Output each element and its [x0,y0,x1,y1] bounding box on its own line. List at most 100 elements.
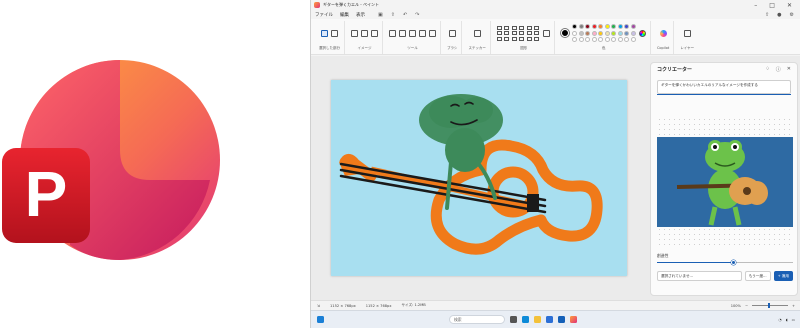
ribbon-label-shapes: 図形 [520,46,528,50]
taskbar-search[interactable]: 検索 [449,315,505,324]
magnifier-icon[interactable] [429,29,436,37]
ribbon-brush-group: ブラシ [443,21,463,54]
copilot-cocreator-panel: コクリエーター ♢ ⓘ ✕ ギターを弾くかわいいカエルのリアルなイメージを作成す… [650,62,798,296]
search-label: 検索 [454,316,462,322]
paint-window: ギターを弾くカエル - ペイント – □ ✕ ファイル 編集 表示 ▣ ⇪ ↶ … [310,0,800,328]
share-export-icon[interactable]: ⇧ [765,12,769,18]
ribbon-copilot-group: Copilot [653,21,675,54]
pencil-icon[interactable] [389,29,396,37]
creativity-slider[interactable] [657,260,793,265]
zoom-control: 100% − + [731,303,800,308]
creativity-label: 創造性 [657,253,669,258]
taskview-icon[interactable] [510,316,517,323]
panel-footer: 選択されていませ… もう一度… + 適用 [657,271,793,281]
select-mode-icon[interactable] [331,29,338,37]
ribbon-image-group: イメージ [347,21,383,54]
ribbon-label-brush: ブラシ [447,46,458,50]
paint-logo-graphic: P [2,60,220,260]
taskbar: 検索 ◔ ◖ ▭ [311,310,800,328]
ribbon-label-image: イメージ [357,46,372,50]
zoom-value[interactable]: 100% [731,304,741,308]
zoom-in-icon[interactable]: + [792,304,795,308]
paint-app-icon [314,2,320,8]
minimize-icon[interactable]: – [754,2,757,9]
status-pos2: 1152 × 768px [365,303,392,308]
ribbon-shapes-group: 図形 [493,21,556,54]
share-icon[interactable]: ⇪ [391,12,395,18]
window-controls: – □ ✕ [754,2,800,9]
close-icon[interactable]: ✕ [787,2,792,9]
status-bar: ⇲ 1152 × 768px 1152 × 768px サイズ: 1.2MB 1… [311,300,800,310]
resize-icon[interactable] [361,29,368,37]
slider-thumb[interactable] [730,260,736,265]
ribbon-label-layers: レイヤー [680,46,695,50]
window-title: ギターを弾くカエル - ペイント [323,2,379,7]
rotate-icon[interactable] [371,29,378,37]
menu-bar: ファイル 編集 表示 ▣ ⇪ ↶ ↷ ⇧ ● ⚙ [311,10,800,19]
color-palette[interactable] [572,24,636,42]
text-icon[interactable] [409,29,416,37]
zoom-out-icon[interactable]: − [745,304,748,308]
account-icon[interactable]: ● [777,12,781,18]
generated-frog-image [657,137,793,227]
save-icon[interactable]: ▣ [378,12,383,18]
svg-text:P: P [25,158,68,230]
ribbon-layers-group: レイヤー [676,21,698,54]
style-dropdown[interactable]: 選択されていませ… [657,271,742,281]
outlook-icon[interactable] [558,316,565,323]
eraser-icon[interactable] [419,29,426,37]
undo-icon[interactable]: ↶ [403,12,407,18]
maximize-icon[interactable]: □ [769,2,775,9]
ribbon-colors-group: 色 [557,21,651,54]
menu-edit[interactable]: 編集 [340,12,349,18]
zoom-slider[interactable] [751,303,788,308]
ribbon-label-selection: 選択した部分 [319,46,340,50]
ribbon-selection-group: 選択した部分 [315,21,345,54]
paint-taskbar-icon[interactable] [570,316,577,323]
retry-button[interactable]: もう一度… [744,271,771,281]
volume-icon[interactable]: ◖ [786,318,788,322]
sticker-icon[interactable] [473,29,481,37]
close-panel-icon[interactable]: ✕ [787,66,791,73]
ribbon-label-sticker: ステッカー [468,46,486,50]
layers-icon[interactable] [683,29,691,37]
redo-icon[interactable]: ↷ [415,12,419,18]
network-icon[interactable]: ◔ [779,318,782,322]
brush-icon[interactable] [448,29,456,37]
menu-file[interactable]: ファイル [315,12,333,18]
shapes-gallery[interactable] [496,25,541,41]
status-pos1: 1152 × 768px [330,303,356,308]
settings-icon[interactable]: ⚙ [790,12,794,18]
shape-outline-icon[interactable] [543,29,551,37]
workspace: コクリエーター ♢ ⓘ ✕ ギターを弾くかわいいカエルのリアルなイメージを作成す… [311,56,800,300]
panel-title: コクリエーター [657,66,693,73]
apply-button[interactable]: + 適用 [773,271,793,281]
paint-app-logo: P [0,0,300,328]
prompt-input[interactable]: ギターを弾くかわいいカエルのリアルなイメージを作成する [657,80,791,94]
generated-preview-image[interactable] [657,137,793,227]
menu-view[interactable]: 表示 [356,12,365,18]
ribbon: 選択した部分 イメージ ツール ブラシ ステッカー 図形 色 Copilot レ… [311,19,800,55]
frog-guitar-drawing [339,94,603,255]
ribbon-label-tools: ツール [407,46,418,50]
battery-icon[interactable]: ▭ [792,318,795,322]
fill-icon[interactable] [399,29,406,37]
explorer-icon[interactable] [534,316,541,323]
ribbon-label-colors: 色 [601,46,606,50]
store-icon[interactable] [546,316,553,323]
crop-icon[interactable] [351,29,358,37]
copilot-icon[interactable] [659,29,667,37]
ribbon-tools-group: ツール [385,21,441,54]
lightbulb-icon[interactable]: ♢ [765,66,769,73]
select-tool-icon[interactable] [321,29,328,37]
drawing-canvas[interactable] [331,80,627,276]
status-size: サイズ: 1.2MB [401,303,426,307]
current-color-swatch[interactable] [561,29,570,37]
start-icon[interactable] [317,316,324,323]
title-bar: ギターを弾くカエル - ペイント – □ ✕ [311,0,800,10]
ribbon-sticker-group: ステッカー [464,21,491,54]
edge-icon[interactable] [522,316,529,323]
color-picker-icon[interactable] [638,29,646,37]
info-icon[interactable]: ⓘ [776,66,781,73]
cursor-icon: ⇲ [317,303,321,308]
